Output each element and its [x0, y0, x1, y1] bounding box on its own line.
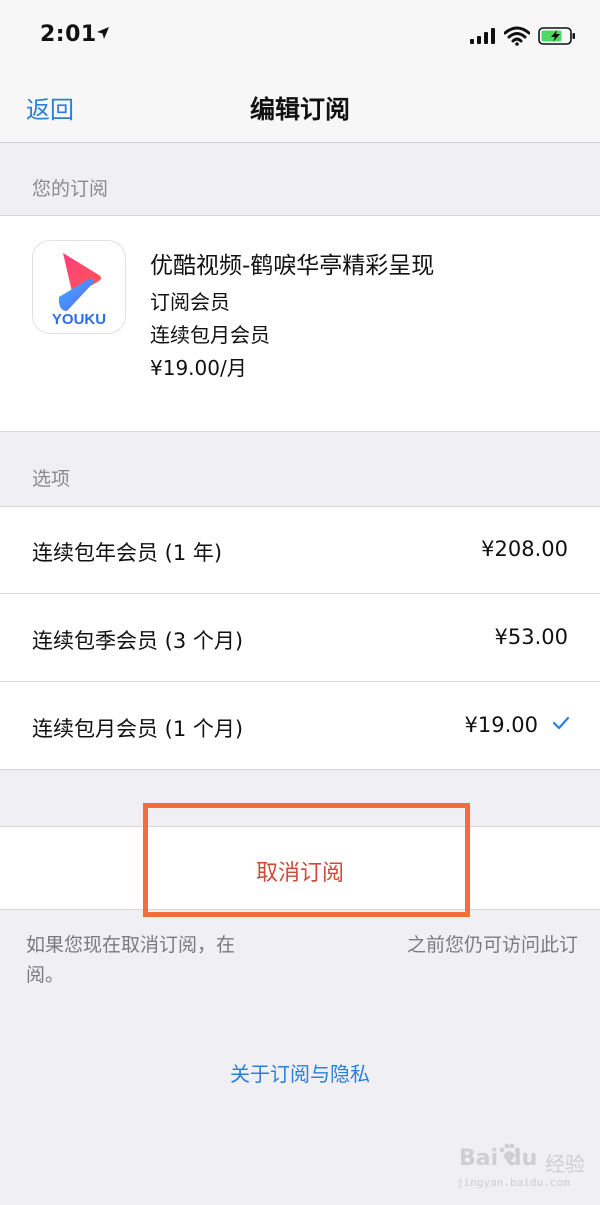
- watermark-url: jingyan.baidu.com: [457, 1176, 570, 1189]
- status-time: 2:01: [40, 22, 97, 47]
- youku-logo-icon: YOUKU: [52, 253, 106, 328]
- baidu-jingyan-watermark: Bai du 经验 jingyan.baidu.com: [455, 1140, 590, 1195]
- youku-icon-text: YOUKU: [52, 311, 106, 328]
- navigation-bar: 返回 编辑订阅: [0, 72, 600, 143]
- watermark-brand: 经验: [545, 1152, 585, 1176]
- option-row-yearly[interactable]: 连续包年会员 (1 年) ¥208.00: [0, 507, 600, 593]
- divider: [0, 681, 600, 682]
- option-row-quarterly[interactable]: 连续包季会员 (3 个月) ¥53.00: [0, 595, 600, 681]
- section-header-subscription: 您的订阅: [32, 178, 109, 200]
- subscription-card: YOUKU 优酷视频-鹤唳华亭精彩呈现 订阅会员 连续包月会员 ¥19.00/月: [0, 215, 600, 432]
- subscription-plan: 连续包月会员: [150, 323, 270, 347]
- location-arrow-icon: [97, 27, 109, 39]
- wifi-icon: [504, 26, 530, 46]
- subscription-price: ¥19.00/月: [150, 356, 247, 380]
- app-name: 优酷视频-鹤唳华亭精彩呈现: [150, 253, 435, 279]
- checkmark-icon: [552, 716, 570, 730]
- option-price: ¥19.00: [464, 713, 538, 737]
- option-label: 连续包季会员 (3 个月): [32, 629, 244, 653]
- subscription-type: 订阅会员: [150, 290, 230, 314]
- status-bar: 2:01: [0, 0, 600, 72]
- option-price: ¥208.00: [481, 537, 568, 561]
- option-row-monthly[interactable]: 连续包月会员 (1 个月) ¥19.00: [0, 683, 600, 769]
- option-label: 连续包月会员 (1 个月): [32, 717, 244, 741]
- option-price: ¥53.00: [494, 625, 568, 649]
- footnote-part1: 如果您现在取消订阅，在: [26, 934, 236, 956]
- page-title: 编辑订阅: [249, 95, 350, 124]
- option-label: 连续包年会员 (1 年): [32, 541, 223, 565]
- battery-charging-icon: [538, 27, 575, 45]
- options-list: 连续包年会员 (1 年) ¥208.00 连续包季会员 (3 个月) ¥53.0…: [0, 506, 600, 770]
- annotation-highlight-box: [143, 803, 470, 917]
- cancel-footnote: 如果您现在取消订阅，在 之前您仍可访问此订阅。: [26, 930, 586, 990]
- paw-icon: [499, 1143, 520, 1161]
- youku-app-icon: YOUKU: [32, 240, 126, 334]
- cellular-signal-icon: [470, 28, 495, 44]
- divider: [0, 593, 600, 594]
- section-header-options: 选项: [32, 468, 71, 490]
- subscription-privacy-link[interactable]: 关于订阅与隐私: [0, 1058, 600, 1087]
